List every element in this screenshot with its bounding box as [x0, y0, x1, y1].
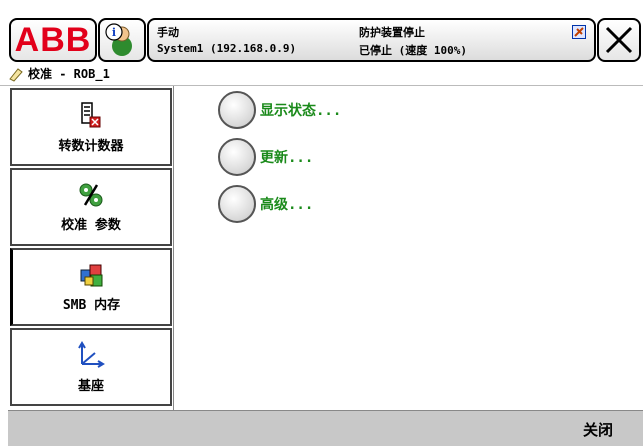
calibration-tag-icon [9, 67, 23, 82]
rev-counter-icon [81, 101, 101, 127]
abb-menu-button[interactable]: ABB [9, 18, 97, 62]
abb-logo: ABB [14, 21, 92, 59]
close-window-button[interactable] [597, 18, 641, 62]
operator-info-icon: i [105, 23, 132, 56]
nav-smb-memory[interactable]: SMB 内存 [10, 248, 172, 326]
nav-rev-counters-label: 转数计数器 [58, 138, 124, 154]
close-icon [605, 26, 633, 54]
guard-status-text: 防护装置停止 [359, 26, 425, 39]
base-frame-icon [78, 340, 105, 368]
option-show-status-radio[interactable] [218, 91, 256, 129]
quickset-icon [572, 25, 586, 39]
svg-text:i: i [112, 26, 116, 39]
mode-text: 手动 [157, 26, 179, 39]
option-advanced[interactable]: 高级... [218, 184, 313, 224]
window-title-bar: 校准 - ROB_1 [0, 62, 643, 86]
smb-memory-icon [80, 264, 102, 286]
option-advanced-radio[interactable] [218, 185, 256, 223]
page-title: 校准 - ROB_1 [28, 67, 110, 81]
nav-calibration-params-label: 校准 参数 [61, 217, 121, 233]
option-update-label[interactable]: 更新... [260, 147, 313, 167]
nav-smb-memory-label: SMB 内存 [62, 297, 121, 313]
nav-calibration-params[interactable]: 校准 参数 [10, 168, 172, 246]
status-bar[interactable]: 手动 System1 (192.168.0.9) 防护装置停止 已停止 (速度 … [147, 18, 596, 62]
option-show-status-label[interactable]: 显示状态... [260, 100, 341, 120]
option-update-radio[interactable] [218, 138, 256, 176]
nav-rev-counters[interactable]: 转数计数器 [10, 88, 172, 166]
system-text: System1 (192.168.0.9) [157, 42, 297, 55]
option-advanced-label[interactable]: 高级... [260, 194, 313, 214]
nav-base-frame-label: 基座 [77, 378, 104, 394]
event-log-button[interactable]: i [98, 18, 146, 62]
calibration-options-panel: 显示状态... 更新... 高级... [178, 86, 643, 410]
top-bar: ABB i 手动 System1 (192.168.0.9) 防护装置停止 已停… [0, 0, 643, 62]
option-show-status[interactable]: 显示状态... [218, 90, 341, 130]
run-state-text: 已停止 (速度 100%) [359, 44, 467, 57]
nav-base-frame[interactable]: 基座 [10, 328, 172, 406]
calibration-params-icon [79, 183, 103, 206]
option-update[interactable]: 更新... [218, 137, 313, 177]
calibration-sidebar: 转数计数器 校准 参数 SMB 内存 基座 [8, 86, 174, 410]
command-bar: 关闭 [8, 410, 643, 446]
close-button[interactable]: 关闭 [583, 419, 613, 440]
